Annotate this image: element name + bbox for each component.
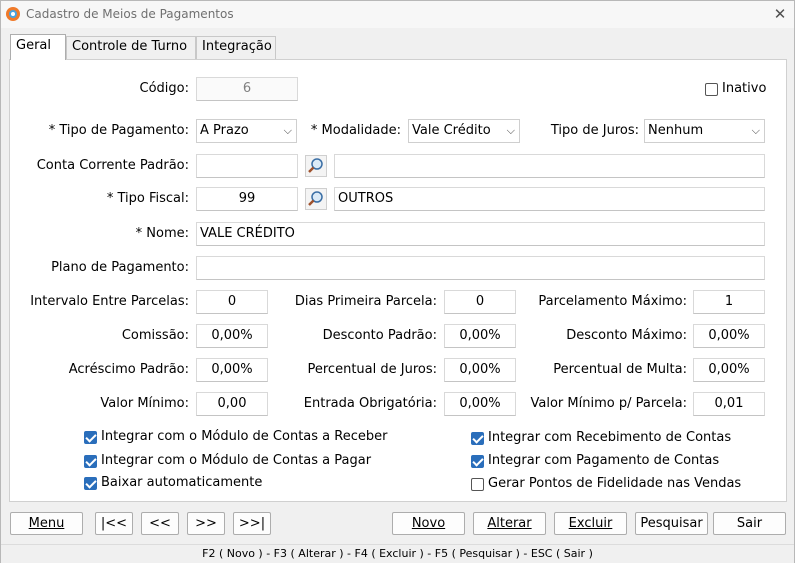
desconto-maximo-label: Desconto Máximo: — [566, 328, 687, 343]
conta-corrente-search-button[interactable] — [305, 155, 327, 177]
inativo-label: Inativo — [722, 81, 767, 96]
chevron-down-icon: ⌵ — [283, 124, 292, 137]
novo-button[interactable]: Novo — [392, 512, 465, 535]
parcelamento-maximo-label: Parcelamento Máximo: — [538, 294, 687, 309]
tab-geral[interactable]: Geral — [10, 34, 66, 60]
percentual-multa-field[interactable]: 0,00% — [693, 358, 765, 382]
close-icon[interactable]: ✕ — [769, 4, 791, 24]
valor-minimo-parcela-field[interactable]: 0,01 — [693, 392, 765, 416]
magnifier-icon — [308, 191, 323, 206]
app-logo-icon — [6, 7, 20, 21]
alterar-button-label: Alterar — [487, 516, 532, 531]
excluir-button[interactable]: Excluir — [554, 512, 627, 535]
percentual-juros-label: Percentual de Juros: — [307, 362, 438, 377]
conta-corrente-label: Conta Corrente Padrão: — [36, 158, 189, 173]
title-bar: Cadastro de Meios de Pagamentos ✕ — [1, 1, 794, 28]
tipo-juros-select[interactable]: Nenhum ⌵ — [644, 119, 765, 143]
inativo-checkbox[interactable] — [705, 83, 718, 96]
integrar-contas-pagar-label: Integrar com o Módulo de Contas a Pagar — [101, 453, 372, 468]
alterar-button[interactable]: Alterar — [473, 512, 546, 535]
valor-minimo-field[interactable]: 0,00 — [196, 392, 268, 416]
integrar-recebimento-label: Integrar com Recebimento de Contas — [488, 430, 732, 445]
first-record-button[interactable]: |<< — [95, 512, 133, 535]
modalidade-select[interactable]: Vale Crédito ⌵ — [408, 119, 520, 143]
tipo-fiscal-search-button[interactable] — [305, 188, 327, 210]
modalidade-label: * Modalidade: — [310, 123, 401, 138]
percentual-multa-label: Percentual de Multa: — [553, 362, 687, 377]
dias-primeira-parcela-field[interactable]: 0 — [444, 290, 516, 314]
codigo-label: Código: — [139, 81, 189, 96]
conta-corrente-desc-field[interactable] — [334, 154, 765, 178]
percentual-juros-field[interactable]: 0,00% — [444, 358, 516, 382]
desconto-maximo-field[interactable]: 0,00% — [693, 324, 765, 348]
tipo-juros-label: Tipo de Juros: — [550, 123, 639, 138]
magnifier-icon — [308, 158, 323, 173]
acrescimo-padrao-field[interactable]: 0,00% — [196, 358, 268, 382]
acrescimo-padrao-label: Acréscimo Padrão: — [68, 362, 189, 377]
nome-label: * Nome: — [135, 226, 189, 241]
integrar-contas-pagar-checkbox[interactable] — [84, 455, 97, 468]
tipo-juros-value: Nenhum — [648, 123, 704, 138]
chevron-down-icon: ⌵ — [751, 124, 760, 137]
sair-button[interactable]: Sair — [713, 512, 786, 535]
baixar-automaticamente-label: Baixar automaticamente — [101, 475, 263, 490]
plano-pagamento-label: Plano de Pagamento: — [51, 260, 189, 275]
excluir-button-label: Excluir — [568, 516, 613, 531]
window-title: Cadastro de Meios de Pagamentos — [26, 7, 234, 21]
pesquisar-button[interactable]: Pesquisar — [635, 512, 708, 535]
nome-field[interactable]: VALE CRÉDITO — [196, 222, 765, 246]
integrar-recebimento-checkbox[interactable] — [471, 432, 484, 445]
tipo-fiscal-code-field[interactable]: 99 — [196, 187, 298, 211]
baixar-automaticamente-checkbox[interactable] — [84, 477, 97, 490]
chevron-down-icon: ⌵ — [506, 124, 515, 137]
comissao-label: Comissão: — [121, 328, 189, 343]
previous-record-button[interactable]: << — [141, 512, 179, 535]
intervalo-parcelas-label: Intervalo Entre Parcelas: — [30, 294, 189, 309]
integrar-pagamento-checkbox[interactable] — [471, 455, 484, 468]
main-window: Cadastro de Meios de Pagamentos ✕ Geral … — [0, 0, 795, 563]
plano-pagamento-field[interactable] — [196, 256, 765, 280]
status-bar: F2 ( Novo ) - F3 ( Alterar ) - F4 ( Excl… — [1, 544, 794, 563]
tipo-fiscal-label: * Tipo Fiscal: — [106, 191, 189, 206]
conta-corrente-code-field[interactable] — [196, 154, 298, 178]
menu-button[interactable]: Menu — [10, 512, 83, 535]
integrar-contas-receber-checkbox[interactable] — [84, 431, 97, 444]
comissao-field[interactable]: 0,00% — [196, 324, 268, 348]
gerar-pontos-fidelidade-label: Gerar Pontos de Fidelidade nas Vendas — [488, 476, 742, 491]
gerar-pontos-fidelidade-checkbox[interactable] — [471, 478, 484, 491]
valor-minimo-label: Valor Mínimo: — [100, 396, 189, 411]
integrar-pagamento-label: Integrar com Pagamento de Contas — [488, 453, 720, 468]
tab-controle-turno[interactable]: Controle de Turno — [66, 36, 196, 59]
tipo-fiscal-desc-field[interactable]: OUTROS — [334, 187, 765, 211]
desconto-padrao-label: Desconto Padrão: — [322, 328, 437, 343]
integrar-contas-receber-label: Integrar com o Módulo de Contas a Recebe… — [101, 429, 388, 444]
parcelamento-maximo-field[interactable]: 1 — [693, 290, 765, 314]
tipo-pagamento-select[interactable]: A Prazo ⌵ — [196, 119, 297, 143]
last-record-button[interactable]: >>| — [233, 512, 271, 535]
intervalo-parcelas-field[interactable]: 0 — [196, 290, 268, 314]
codigo-field: 6 — [196, 77, 298, 101]
tipo-pagamento-label: * Tipo de Pagamento: — [48, 123, 189, 138]
tipo-pagamento-value: A Prazo — [200, 123, 249, 138]
dias-primeira-parcela-label: Dias Primeira Parcela: — [294, 294, 437, 309]
tab-integracao[interactable]: Integração — [196, 36, 276, 59]
entrada-obrigatoria-label: Entrada Obrigatória: — [303, 396, 437, 411]
valor-minimo-parcela-label: Valor Mínimo p/ Parcela: — [530, 396, 687, 411]
menu-button-label: Menu — [28, 516, 65, 531]
desconto-padrao-field[interactable]: 0,00% — [444, 324, 516, 348]
modalidade-value: Vale Crédito — [412, 123, 491, 138]
novo-button-label: Novo — [411, 516, 446, 531]
entrada-obrigatoria-field[interactable]: 0,00% — [444, 392, 516, 416]
next-record-button[interactable]: >> — [187, 512, 225, 535]
